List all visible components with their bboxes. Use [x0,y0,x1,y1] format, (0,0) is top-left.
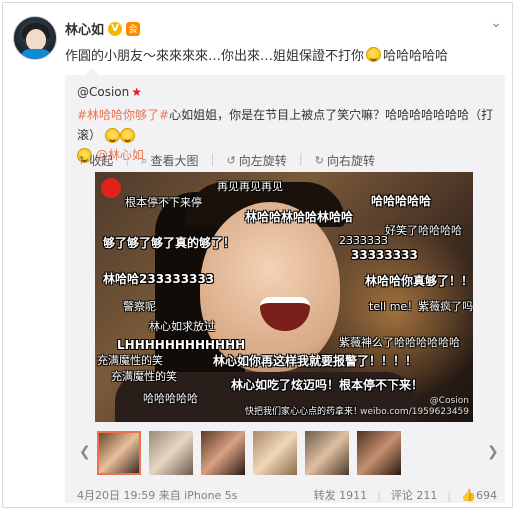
original-user: @Cosion ★ [77,85,142,99]
post-text-laugh: 哈哈哈哈哈 [383,49,449,64]
view-large-button[interactable]: ⌕ 查看大图 [141,152,198,169]
hashtag-link[interactable]: #林哈哈你够了# [77,108,169,122]
thumbnail[interactable] [201,431,245,475]
verified-icon[interactable]: V [108,21,123,36]
overlay-text: 警察呢 [123,300,156,313]
overlay-text: tell me！紫薇疯了吗 [369,300,473,313]
overlay-text: 再见再见再见 [217,180,283,193]
main-image[interactable]: 再见再见再见 哈哈哈哈哈 根本停不下来停 林哈哈林哈哈林哈哈 好笑了哈哈哈哈 够… [95,172,473,422]
weibo-post-card: 林心如 V 会 ⌄ 作圓的小朋友～來來來來…你出來…姐姐保證不打你 哈哈哈哈哈 … [2,2,513,508]
post-text-main: 作圓的小朋友～來來來來…你出來…姐姐保證不打你 [65,49,365,64]
overlay-text: 紫薇神么了哈哈哈哈哈哈 [339,336,460,349]
overlay-text: 根本停不下来停 [125,196,202,209]
forward-button[interactable]: 转发 1911 [314,487,368,503]
overlay-text: 快把我们家心心点的药拿来！ [245,407,363,417]
thumb-prev-button[interactable]: ❮ [79,444,91,460]
overlay-text: 哈哈哈哈哈 [371,194,432,208]
timestamp[interactable]: 4月20日 19:59 来自 iPhone 5s [77,487,238,503]
arrow-up-icon: ⇡ [77,154,87,167]
thumbnail[interactable] [305,431,349,475]
overlay-text: 林心如求放过 [149,320,215,333]
rotate-left-button[interactable]: ↺ 向左旋转 [227,152,287,169]
overlay-text: 林心如你再这样我就要报警了！！！！ [213,354,418,368]
thumb-next-button[interactable]: ❯ [487,444,499,460]
overlay-text: 33333333 [351,248,418,262]
star-icon: ★ [131,85,143,99]
rotate-right-icon: ↻ [314,154,325,167]
image-toolbar: ⇡ 收起 | ⌕ 查看大图 | ↺ 向左旋转 | ↻ 向右旋转 [77,152,376,169]
overlay-text: 好笑了哈哈哈哈 [385,224,462,237]
overlay-text: 够了够了够了真的够了！ [103,236,236,250]
footer-actions: 转发 1911 | 评论 211 | 👍694 [313,487,497,503]
avatar[interactable] [13,16,57,60]
tv-logo-icon [101,178,121,198]
repost-box: @Cosion ★ #林哈哈你够了#心如姐姐，你是在节目上被点了笑穴嘛？哈哈哈哈… [65,68,505,503]
thumbs-up-icon: 👍 [461,488,476,502]
comment-button[interactable]: 评论 211 [391,487,438,503]
thumbnail[interactable] [357,431,401,475]
overlay-text: LHHHHHHHHHHHH [117,338,246,352]
zoom-icon: ⌕ [141,153,148,167]
member-icon[interactable]: 会 [126,21,141,36]
like-button[interactable]: 👍694 [461,488,497,502]
laugh-emoji-icon [104,128,120,143]
overlay-text: 2333333 [339,234,388,247]
thumbnail[interactable] [149,431,193,475]
thumbnail[interactable] [97,431,141,475]
rotate-left-icon: ↺ [226,154,236,167]
post-text: 作圓的小朋友～來來來來…你出來…姐姐保證不打你 哈哈哈哈哈 [65,45,448,64]
overlay-text: 林哈哈你真够了！！！ [365,274,473,288]
collapse-button[interactable]: ⇡ 收起 [77,152,113,169]
user-name[interactable]: 林心如 [65,19,104,38]
image-watermark: @Cosion weibo.com/1959623459 [360,396,469,417]
overlay-text: 林哈哈233333333 [103,272,215,286]
original-user-link[interactable]: @Cosion [77,85,129,99]
post-footer: 4月20日 19:59 来自 iPhone 5s 转发 1911 | 评论 21… [77,487,497,503]
overlay-text: 林心如吃了炫迈吗！根本停不下来！ [231,378,424,392]
thumbnail-strip [97,430,473,476]
laugh-emoji-icon [366,47,382,62]
chevron-down-icon[interactable]: ⌄ [490,15,502,31]
overlay-text: 哈哈哈哈哈 [143,392,198,405]
rotate-right-button[interactable]: ↻ 向右旋转 [315,152,375,169]
overlay-text: 林哈哈林哈哈林哈哈 [245,210,354,224]
overlay-text: 充满魔性的笑 [97,354,163,367]
thumbnail[interactable] [253,431,297,475]
overlay-text: 充满魔性的笑 [111,370,177,383]
laugh-emoji-icon [119,128,135,143]
user-row: 林心如 V 会 [65,19,141,38]
